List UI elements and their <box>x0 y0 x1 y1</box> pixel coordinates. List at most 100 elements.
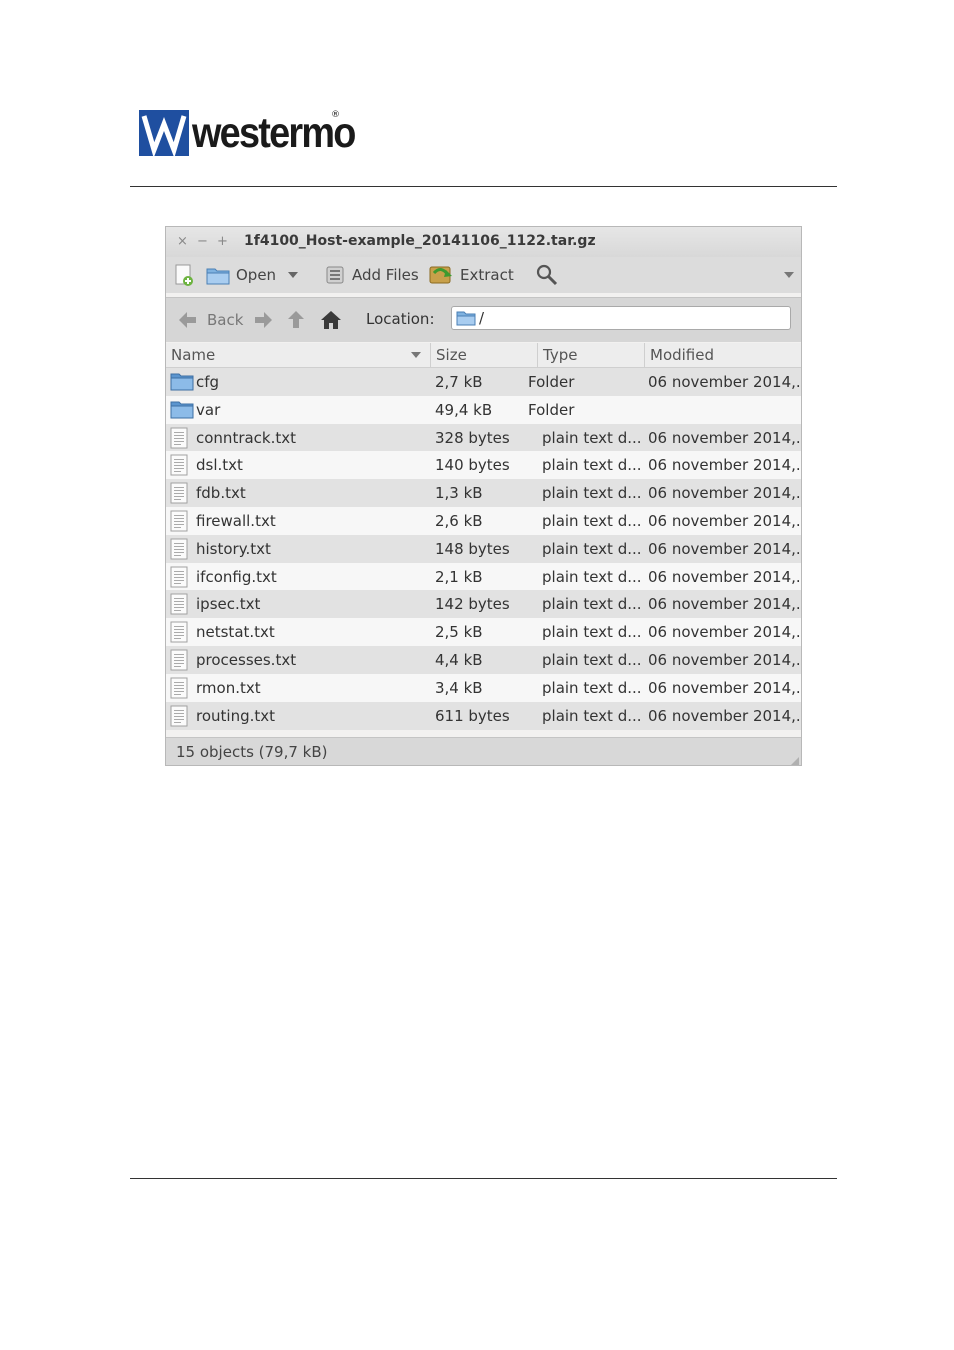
file-row[interactable]: var 49,4 kB Folder <box>166 395 801 424</box>
file-size: 4,4 kB <box>435 651 483 669</box>
file-row[interactable]: fdb.txt 1,3 kB plain text d... 06 november … <box>166 479 801 508</box>
text-file-icon <box>170 677 188 703</box>
file-row[interactable]: firewall.txt 2,6 kB plain text d... 06 nove… <box>166 507 801 535</box>
file-modified <box>648 396 800 424</box>
extract-button[interactable]: Extract <box>428 257 514 293</box>
toolbar-overflow-button[interactable] <box>784 257 794 293</box>
column-header-modified[interactable]: Modified <box>645 343 801 367</box>
file-row[interactable]: history.txt 148 bytes plain text d... 06 no… <box>166 534 801 564</box>
file-name: ipsec.txt <box>196 595 261 614</box>
file-name: ifconfig.txt <box>196 567 277 586</box>
file-type: Folder <box>528 373 575 391</box>
back-arrow-icon <box>179 312 196 328</box>
text-file-icon <box>170 566 188 592</box>
file-size: 2,5 kB <box>435 623 483 642</box>
maximize-window-button[interactable]: + <box>217 234 228 250</box>
file-row[interactable]: dsl.txt 140 bytes plain text d... 06 novemb… <box>166 451 801 480</box>
column-name-label: Name <box>171 346 216 364</box>
resize-grip-icon[interactable] <box>791 757 799 765</box>
column-header-type[interactable]: Type <box>538 343 645 367</box>
file-name: fdb.txt <box>196 484 246 503</box>
file-modified: 06 november 2014,... <box>648 595 800 614</box>
file-type: plain text d... <box>542 484 642 503</box>
window-title: 1f4100_Host-example_20141106_1122.tar.gz <box>244 233 596 249</box>
logo-registered-mark: ® <box>331 110 340 120</box>
location-path: / <box>479 309 485 327</box>
file-name: cfg <box>196 373 220 391</box>
minimize-window-button[interactable]: − <box>197 234 208 250</box>
file-type: plain text d... <box>542 567 642 586</box>
new-archive-button[interactable] <box>174 257 200 293</box>
file-size: 49,4 kB <box>435 400 493 419</box>
column-modified-label: Modified <box>650 346 715 364</box>
add-files-label: Add Files <box>352 266 419 284</box>
footer-rule <box>130 1178 837 1179</box>
sort-down-icon <box>411 352 421 358</box>
file-size: 328 bytes <box>435 428 510 447</box>
file-row[interactable]: ipsec.txt 142 bytes plain text d... 06 nove… <box>166 590 801 619</box>
file-row[interactable]: routing.txt 611 bytes plain text d... 06 no… <box>166 701 801 731</box>
file-type: plain text d... <box>542 678 642 697</box>
search-button[interactable] <box>535 257 559 293</box>
file-size: 1,3 kB <box>435 484 483 503</box>
text-file-icon <box>170 593 188 619</box>
file-name: dsl.txt <box>196 456 243 475</box>
up-button[interactable] <box>288 298 304 342</box>
forward-arrow-icon <box>255 312 272 328</box>
column-type-label: Type <box>543 346 578 364</box>
file-name: history.txt <box>196 539 271 558</box>
file-size: 148 bytes <box>435 539 510 558</box>
chevron-down-icon <box>784 272 794 278</box>
location-input[interactable]: / <box>451 306 791 330</box>
text-file-icon <box>170 427 188 453</box>
text-file-icon <box>170 705 188 731</box>
open-button-label: Open <box>236 266 277 284</box>
file-size: 2,1 kB <box>435 567 483 586</box>
column-header-name[interactable]: Name <box>166 343 431 367</box>
file-size: 2,7 kB <box>435 373 483 391</box>
file-size: 611 bytes <box>435 706 510 725</box>
home-icon <box>321 311 341 329</box>
file-row[interactable]: cfg 2,7 kB Folder 06 november 2014,... <box>166 368 801 396</box>
column-size-label: Size <box>436 346 467 364</box>
text-file-icon <box>170 538 188 564</box>
chevron-down-icon <box>288 272 299 278</box>
text-file-icon <box>170 454 188 480</box>
back-button[interactable]: Back <box>179 298 243 342</box>
file-row[interactable]: ifconfig.txt 2,1 kB plain text d... 06 nove… <box>166 562 801 592</box>
file-row[interactable]: netstat.txt 2,5 kB plain text d... 06 novem… <box>166 618 801 647</box>
file-modified: 06 november 2014,... <box>648 651 800 669</box>
file-modified: 06 november 2014,... <box>648 512 800 530</box>
title-bar: × − + 1f4100_Host-example_20141106_1122.… <box>166 227 801 257</box>
back-label: Back <box>207 311 244 329</box>
column-header-size[interactable]: Size <box>431 343 538 367</box>
text-file-icon <box>170 510 188 536</box>
file-type: plain text d... <box>542 706 642 725</box>
file-modified: 06 november 2014,... <box>648 678 800 697</box>
folder-icon <box>170 399 194 423</box>
file-list-header: Name Size Type Modified <box>166 343 801 368</box>
file-type: plain text d... <box>542 456 642 475</box>
westermo-logo: westermo <box>139 110 377 156</box>
file-size: 142 bytes <box>435 595 510 614</box>
archive-manager-window: × − + 1f4100_Host-example_20141106_1122.… <box>165 226 802 766</box>
file-row[interactable]: processes.txt 4,4 kB plain text d... 06 nov… <box>166 646 801 674</box>
westermo-logo-mark <box>139 110 189 156</box>
home-button[interactable] <box>321 298 341 342</box>
add-files-button[interactable]: Add Files <box>324 257 419 293</box>
file-row[interactable]: conntrack.txt 328 bytes plain text d... 06 … <box>166 423 801 453</box>
file-type: plain text d... <box>542 623 642 642</box>
new-archive-icon <box>175 264 193 286</box>
file-size: 2,6 kB <box>435 512 483 530</box>
file-type: plain text d... <box>542 539 642 558</box>
file-row[interactable]: rmon.txt 3,4 kB plain text d... 06 november… <box>166 673 801 703</box>
close-window-button[interactable]: × <box>177 234 188 250</box>
status-text: 15 objects (79,7 kB) <box>176 743 328 761</box>
file-type: Folder <box>528 400 575 419</box>
folder-icon <box>170 371 194 395</box>
file-list: cfg 2,7 kB Folder 06 november 2014,... var 49… <box>166 368 801 736</box>
open-button[interactable]: Open <box>206 257 299 293</box>
forward-button[interactable] <box>254 298 272 342</box>
extract-icon <box>429 266 452 284</box>
add-files-icon <box>326 266 344 284</box>
